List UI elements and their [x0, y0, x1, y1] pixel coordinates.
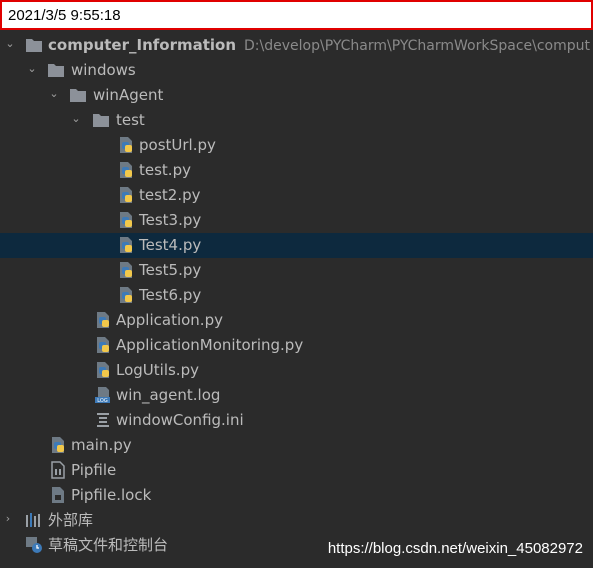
- tree-label: 外部库: [48, 511, 94, 529]
- tree-node-external-libraries[interactable]: › 外部库: [0, 508, 593, 533]
- tree-label: LogUtils.py: [116, 361, 199, 379]
- tree-label: Pipfile.lock: [71, 486, 152, 504]
- tree-label: ApplicationMonitoring.py: [116, 336, 304, 354]
- chevron-down-icon[interactable]: ⌄: [69, 112, 83, 126]
- tree-label: windowConfig.ini: [116, 411, 244, 429]
- tree-label: Test6.py: [139, 286, 202, 304]
- timestamp-bar: 2021/3/5 9:55:18: [0, 0, 593, 30]
- python-file-icon: [97, 312, 109, 328]
- tree-node-file[interactable]: Test3.py: [0, 208, 593, 233]
- chevron-down-icon[interactable]: ⌄: [3, 37, 17, 51]
- python-file-icon: [120, 262, 132, 278]
- python-file-icon: [97, 362, 109, 378]
- python-file-icon: [120, 212, 132, 228]
- project-path: D:\develop\PYCharm\PYCharmWorkSpace\comp…: [244, 38, 590, 54]
- watermark-text: https://blog.csdn.net/weixin_45082972: [327, 540, 583, 557]
- tree-node-file[interactable]: ApplicationMonitoring.py: [0, 333, 593, 358]
- python-file-icon: [120, 162, 132, 178]
- python-file-icon: [120, 287, 132, 303]
- chevron-down-icon[interactable]: ⌄: [25, 62, 39, 76]
- tree-label: test.py: [139, 161, 191, 179]
- tree-node-file[interactable]: LogUtils.py: [0, 358, 593, 383]
- timestamp-text: 2021/3/5 9:55:18: [8, 7, 121, 24]
- folder-icon: [70, 89, 86, 102]
- svg-text:LOG: LOG: [97, 398, 108, 404]
- tree-node-project-root[interactable]: ⌄ computer_Information D:\develop\PYCharm…: [0, 33, 593, 58]
- chevron-down-icon[interactable]: ⌄: [47, 87, 61, 101]
- tree-node-file[interactable]: Test6.py: [0, 283, 593, 308]
- lock-file-icon: [52, 487, 64, 503]
- folder-icon: [48, 64, 64, 77]
- pipfile-icon: [51, 461, 65, 479]
- tree-label: 草稿文件和控制台: [48, 536, 169, 554]
- tree-label: computer_Information D:\develop\PYCharm\P…: [48, 36, 590, 54]
- tree-node-file[interactable]: main.py: [0, 433, 593, 458]
- tree-node-file[interactable]: Pipfile.lock: [0, 483, 593, 508]
- tree-label: Test4.py: [139, 236, 202, 254]
- tree-node-file[interactable]: postUrl.py: [0, 133, 593, 158]
- scratch-console-icon: [26, 537, 42, 553]
- python-file-icon: [52, 437, 64, 453]
- tree-label: postUrl.py: [139, 136, 216, 154]
- folder-icon: [93, 114, 109, 127]
- tree-label: windows: [71, 61, 136, 79]
- tree-node-file[interactable]: LOG win_agent.log: [0, 383, 593, 408]
- tree-label: win_agent.log: [116, 386, 221, 404]
- python-file-icon: [120, 187, 132, 203]
- tree-node-winagent[interactable]: ⌄ winAgent: [0, 83, 593, 108]
- tree-node-file[interactable]: test.py: [0, 158, 593, 183]
- tree-label: Pipfile: [71, 461, 117, 479]
- tree-node-file[interactable]: Test5.py: [0, 258, 593, 283]
- config-file-icon: [97, 413, 109, 427]
- tree-node-file[interactable]: Pipfile: [0, 458, 593, 483]
- tree-label: test: [116, 111, 145, 129]
- tree-label: test2.py: [139, 186, 201, 204]
- tree-node-windows[interactable]: ⌄ windows: [0, 58, 593, 83]
- tree-label: Test5.py: [139, 261, 202, 279]
- tree-node-file[interactable]: windowConfig.ini: [0, 408, 593, 433]
- log-file-icon: LOG: [95, 387, 110, 404]
- tree-label: Application.py: [116, 311, 223, 329]
- tree-node-test[interactable]: ⌄ test: [0, 108, 593, 133]
- tree-node-file[interactable]: Application.py: [0, 308, 593, 333]
- tree-label: Test3.py: [139, 211, 202, 229]
- python-file-icon: [120, 237, 132, 253]
- tree-label: winAgent: [93, 86, 164, 104]
- library-icon: [26, 513, 40, 527]
- chevron-right-icon[interactable]: ›: [1, 512, 15, 526]
- tree-label: main.py: [71, 436, 132, 454]
- tree-node-file[interactable]: test2.py: [0, 183, 593, 208]
- folder-icon: [26, 39, 42, 52]
- python-file-icon: [97, 337, 109, 353]
- python-file-icon: [120, 137, 132, 153]
- tree-node-file-selected[interactable]: Test4.py: [0, 233, 593, 258]
